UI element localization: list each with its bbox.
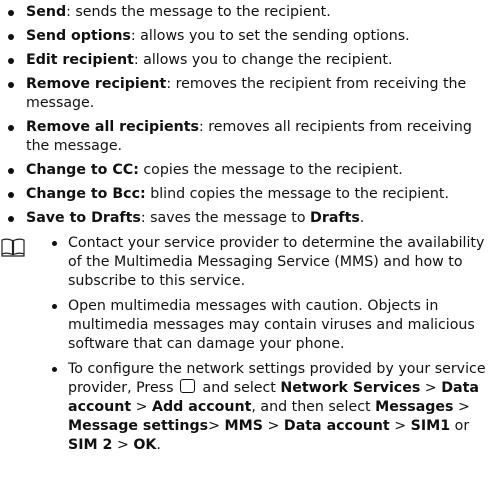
list-item: Remove all recipients: removes all recip… [0,118,489,156]
option-desc: : sends the message to the recipient. [66,4,331,20]
separator: > [208,418,225,434]
option-term: Change to Bcc: [26,186,146,202]
note-item: To configure the network settings provid… [46,360,486,455]
menu-sim1: SIM1 [410,418,451,434]
option-desc: blind copies the message to the recipien… [145,186,449,202]
separator: > [131,399,153,415]
option-term: Remove all recipients [26,119,199,135]
bullet [8,34,14,40]
bullet [8,125,14,131]
list-item: Remove recipient: removes the recipient … [0,75,489,113]
drafts-term: Drafts [310,210,360,226]
menu-data-account-2: Data account [283,418,390,434]
config-t2: and select [197,380,281,396]
note-text: Open multimedia messages with caution. O… [68,298,475,352]
bullet [8,58,14,64]
separator: > [112,437,134,453]
list-item: Save to Drafts: saves the message to Dra… [0,209,489,228]
option-desc: : allows you to set the sending options. [130,28,410,44]
list-item: Edit recipient: allows you to change the… [0,51,489,70]
list-item: Change to Bcc: blind copies the message … [0,185,489,204]
separator: > [389,418,411,434]
config-t5: , and then select [251,399,376,415]
bullet [52,304,57,309]
book-icon [1,238,25,257]
bullet [8,10,14,16]
note-text: Contact your service provider to determi… [68,235,485,289]
note-item: Open multimedia messages with caution. O… [46,297,486,354]
menu-add-account: Add account [152,399,252,415]
option-term: Send [26,4,67,20]
notes-list: Contact your service provider to determi… [46,234,486,461]
option-term: Remove recipient [26,76,167,92]
bullet [8,168,14,174]
list-item: Change to CC: copies the message to the … [0,161,489,180]
config-or: or [450,418,470,434]
option-desc: : allows you to change the recipient. [133,52,393,68]
separator: > [453,399,470,415]
option-desc: copies the message to the recipient. [138,162,403,178]
manual-page: Send: sends the message to the recipient… [0,0,489,494]
list-item: Send options: allows you to set the send… [0,27,489,46]
option-desc-end: . [359,210,365,226]
menu-ok: OK [133,437,157,453]
bullet [8,82,14,88]
separator: > [420,380,442,396]
menu-message-settings: Message settings [68,418,209,434]
square-key-icon [179,379,195,393]
menu-sim2: SIM 2 [68,437,113,453]
option-term: Send options [26,28,131,44]
option-term: Change to CC: [26,162,139,178]
option-term: Save to Drafts [26,210,141,226]
separator: > [263,418,284,434]
menu-network-services: Network Services [280,380,421,396]
option-desc: : saves the message to [140,210,311,226]
config-end: . [156,437,161,453]
menu-messages: Messages [375,399,454,415]
option-term: Edit recipient [26,52,134,68]
bullet [52,241,57,246]
bullet [8,216,14,222]
list-item: Send: sends the message to the recipient… [0,3,489,22]
bullet [8,192,14,198]
message-options-list: Send: sends the message to the recipient… [0,3,489,233]
bullet [52,367,57,372]
note-item: Contact your service provider to determi… [46,234,486,291]
menu-mms: MMS [224,418,263,434]
